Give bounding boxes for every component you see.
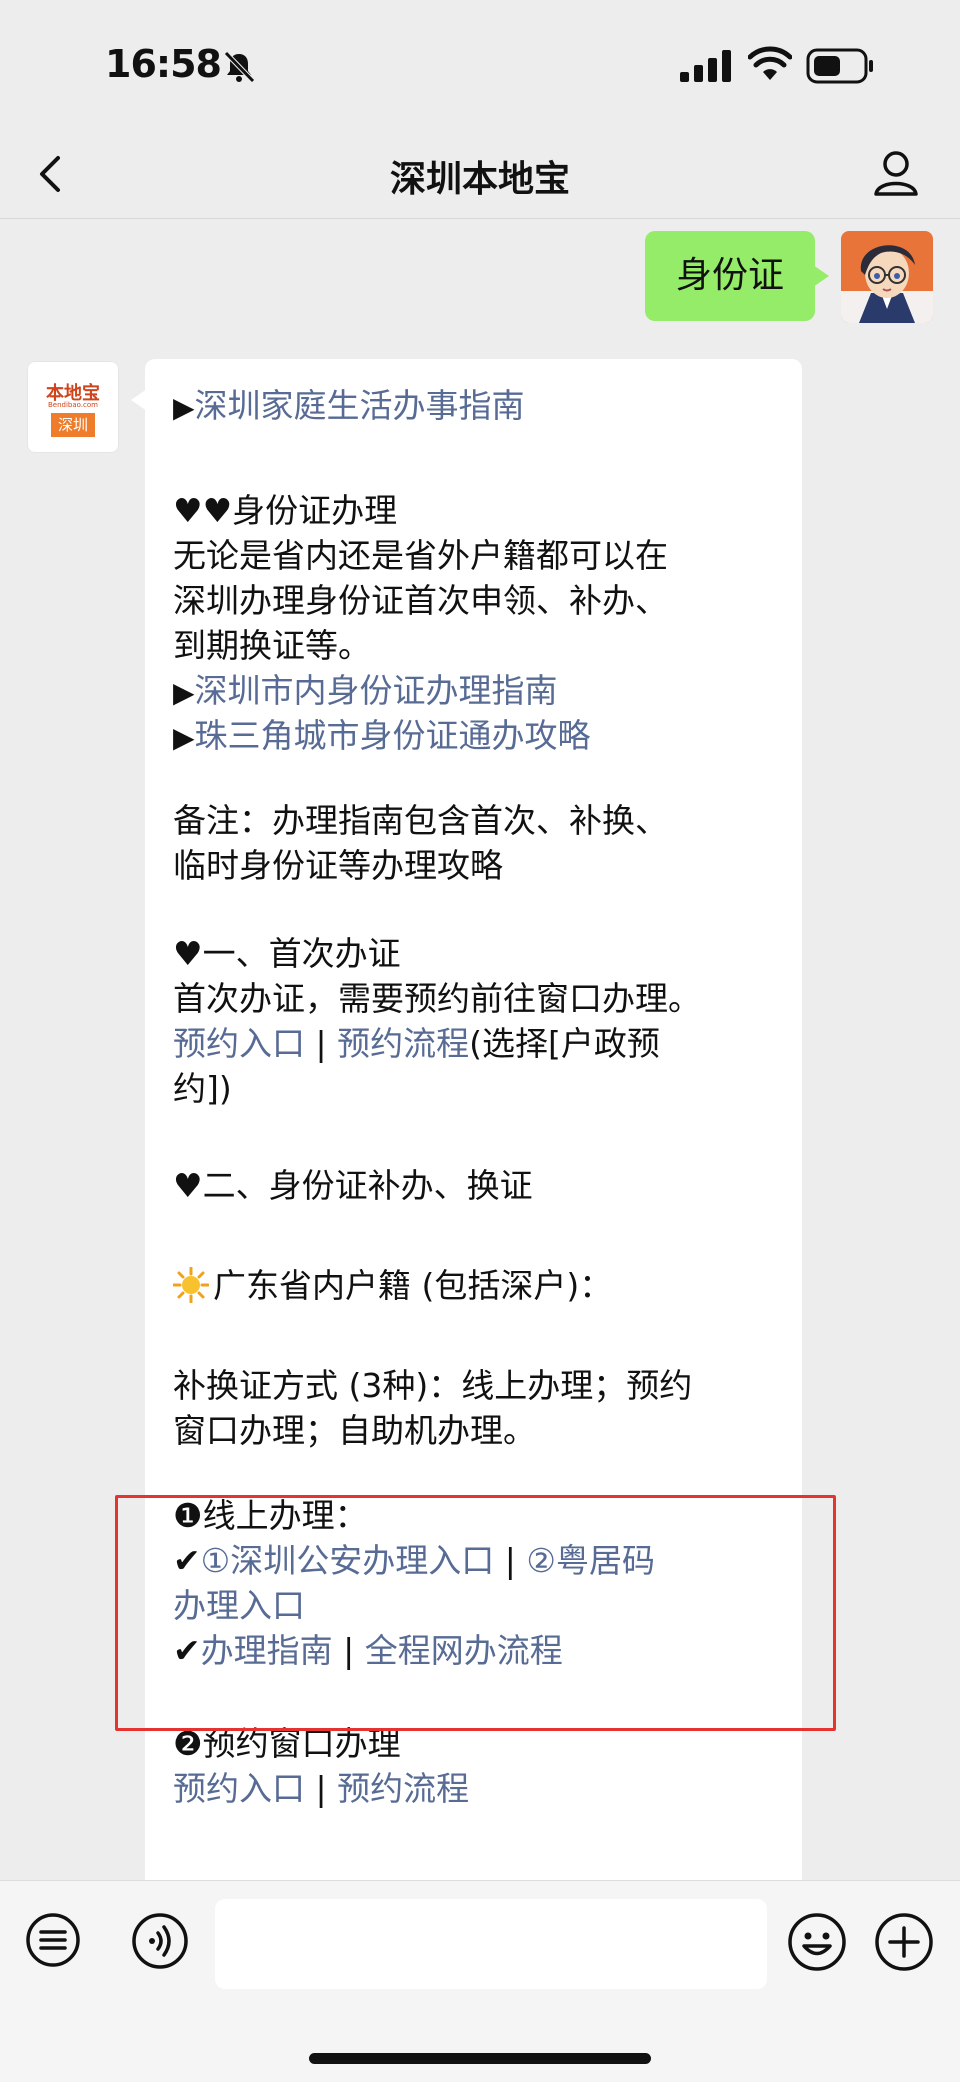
message-heading: ♥♥身份证办理 xyxy=(173,491,398,530)
person-icon[interactable] xyxy=(868,144,924,200)
message-line: ▶深圳家庭生活办事指南 xyxy=(173,379,525,427)
logo-city-badge: 深圳 xyxy=(51,413,95,437)
triangle-icon: ▶ xyxy=(173,391,195,424)
my-avatar[interactable] xyxy=(841,231,933,323)
message-line: 窗口办理；自助机办理。 xyxy=(173,1411,536,1450)
message-line: 到期换证等。 xyxy=(173,626,371,665)
wifi-icon xyxy=(748,46,792,80)
sent-message-bubble[interactable]: 身份证 xyxy=(645,231,829,321)
sun-icon xyxy=(172,1266,210,1304)
message-line: 深圳办理身份证首次申领、补办、 xyxy=(173,581,668,620)
highlight-box xyxy=(115,1495,836,1731)
voice-icon[interactable] xyxy=(130,1911,190,1971)
message-input[interactable] xyxy=(215,1899,767,1989)
message-line: 临时身份证等办理攻略 xyxy=(173,846,503,885)
family-guide-link[interactable]: 深圳家庭生活办事指南 xyxy=(195,386,525,425)
status-time: 16:58 xyxy=(105,42,222,86)
plus-icon[interactable] xyxy=(873,1911,935,1973)
message-line: 首次办证，需要预约前往窗口办理。 xyxy=(173,979,701,1018)
city-id-guide-link[interactable]: 深圳市内身份证办理指南 xyxy=(195,671,558,710)
input-bar xyxy=(0,1880,960,2082)
message-line: 备注：办理指南包含首次、补换、 xyxy=(173,801,668,840)
message-heading: ♥一、首次办证 xyxy=(173,934,401,973)
battery-icon xyxy=(806,48,873,84)
bot-avatar[interactable]: 本地宝 Bendibao.com 深圳 xyxy=(27,361,119,453)
home-indicator[interactable] xyxy=(309,2053,651,2064)
message-line: 约]) xyxy=(173,1069,232,1108)
message-line: 无论是省内还是省外户籍都可以在 xyxy=(173,536,668,575)
appointment-entry-link[interactable]: 预约入口 xyxy=(173,1024,305,1063)
emoji-icon[interactable] xyxy=(786,1911,848,1973)
page-title: 深圳本地宝 xyxy=(389,159,570,200)
appointment-entry-link-2[interactable]: 预约入口 xyxy=(173,1769,305,1808)
keyboard-menu-icon[interactable] xyxy=(24,1911,82,1969)
message-line: 预约入口 | 预约流程(选择[户政预 xyxy=(173,1024,660,1063)
message-line: ▶深圳市内身份证办理指南 xyxy=(173,664,558,712)
anime-avatar-image xyxy=(841,231,933,323)
message-line: 广东省内户籍 (包括深户)： xyxy=(172,1259,612,1307)
triangle-icon: ▶ xyxy=(173,721,195,754)
status-bar: 16:58 xyxy=(0,0,960,130)
bell-muted-icon xyxy=(224,51,255,83)
appointment-flow-link-2[interactable]: 预约流程 xyxy=(337,1769,469,1808)
logo-domain-text: Bendibao.com xyxy=(47,401,98,409)
prd-id-guide-link[interactable]: 珠三角城市身份证通办攻略 xyxy=(195,716,591,755)
message-line: ▶珠三角城市身份证通办攻略 xyxy=(173,709,591,757)
message-line: 补换证方式 (3种)：线上办理；预约 xyxy=(173,1366,693,1405)
nav-bar: 深圳本地宝 xyxy=(0,130,960,219)
signal-icon xyxy=(680,50,731,82)
appointment-flow-link[interactable]: 预约流程 xyxy=(337,1024,469,1063)
message-line: 预约入口 | 预约流程 xyxy=(173,1769,470,1808)
triangle-icon: ▶ xyxy=(173,676,195,709)
message-heading: ♥二、身份证补办、换证 xyxy=(173,1166,533,1205)
